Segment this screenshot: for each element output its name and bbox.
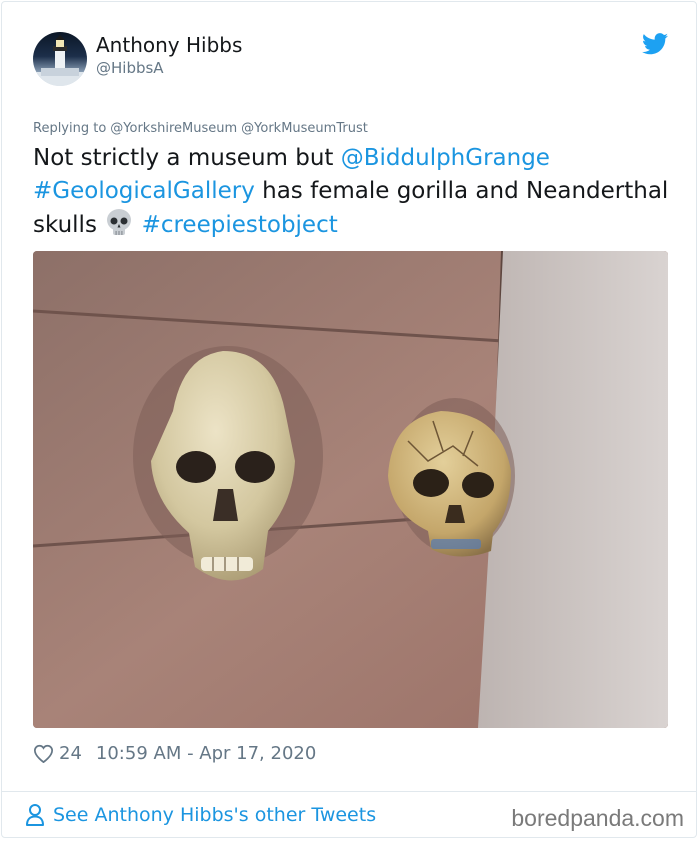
- see-other-tweets-label[interactable]: See Anthony Hibbs's other Tweets: [53, 804, 376, 826]
- skull-emoji-icon: [107, 209, 132, 235]
- author-display-name[interactable]: Anthony Hibbs: [96, 33, 242, 57]
- mention-biddulphgrange[interactable]: @BiddulphGrange: [341, 145, 550, 171]
- author-handle[interactable]: @HibbsA: [96, 59, 164, 77]
- tweet-text-part1: Not strictly a museum but: [33, 145, 341, 171]
- reply-prefix: Replying to: [33, 121, 107, 136]
- tweet-photo[interactable]: [33, 251, 668, 728]
- lighthouse-icon: [33, 35, 87, 86]
- boredpanda-watermark: boredpanda.com: [511, 805, 684, 831]
- tweet-timestamp[interactable]: 10:59 AM - Apr 17, 2020: [96, 743, 316, 764]
- reply-mention-yorkshiremuseum[interactable]: @YorkshireMuseum: [110, 121, 237, 136]
- tweet-text: Not strictly a museum but @BiddulphGrang…: [33, 142, 673, 242]
- hashtag-geologicalgallery[interactable]: #GeologicalGallery: [33, 178, 255, 204]
- hashtag-creepiestobject[interactable]: #creepiestobject: [142, 212, 338, 238]
- footer-divider: [1, 791, 697, 792]
- heart-icon[interactable]: [33, 744, 54, 763]
- tweet-meta: 24 10:59 AM - Apr 17, 2020: [33, 738, 316, 768]
- avatar[interactable]: [33, 32, 87, 86]
- reply-mention-yorkmuseumtrust[interactable]: @YorkMuseumTrust: [241, 121, 368, 136]
- reply-context: Replying to @YorkshireMuseum @YorkMuseumTr…: [33, 121, 372, 136]
- see-other-tweets-link[interactable]: See Anthony Hibbs's other Tweets: [25, 803, 376, 827]
- twitter-bird-icon[interactable]: [642, 33, 668, 55]
- person-icon: [26, 804, 44, 826]
- like-count: 24: [59, 742, 82, 764]
- skulls-photo-image: [33, 251, 668, 728]
